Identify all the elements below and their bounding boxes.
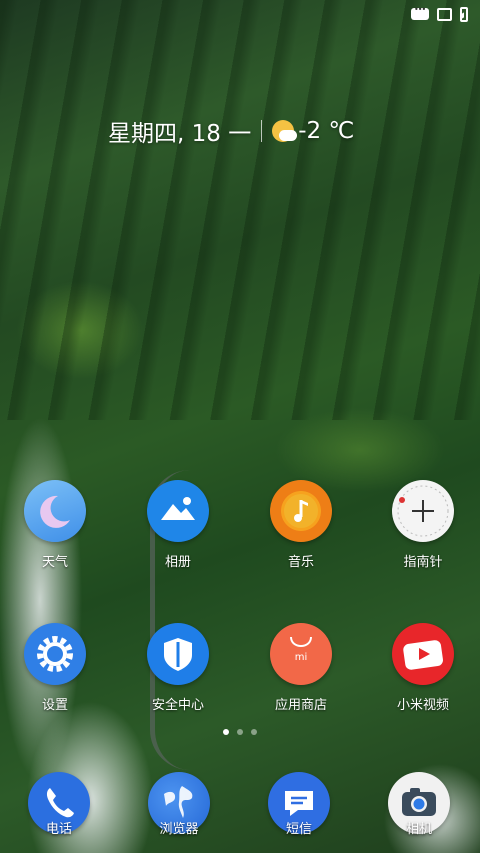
app-store[interactable]: mi 应用商店 — [241, 623, 361, 713]
svg-text:mi: mi — [295, 652, 308, 663]
temperature-text: -2 ℃ — [298, 118, 355, 144]
app-store-icon: mi — [270, 623, 332, 685]
date-weather-widget[interactable]: 星期四, 18 一 -2 ℃ — [108, 114, 354, 148]
date-text: 星期四, 18 一 — [108, 121, 252, 147]
app-music[interactable]: 音乐 — [241, 480, 361, 570]
app-weather[interactable]: 天气 — [0, 480, 115, 570]
music-icon — [270, 480, 332, 542]
app-video[interactable]: 小米视频 — [363, 623, 480, 713]
app-security[interactable]: 安全中心 — [118, 623, 238, 713]
dock-phone[interactable]: 电话 — [0, 772, 119, 837]
battery-charging-icon — [460, 6, 468, 22]
compass-icon — [392, 480, 454, 542]
app-label: 安全中心 — [151, 698, 204, 713]
app-label: 指南针 — [403, 555, 443, 570]
dock-browser[interactable]: 浏览器 — [119, 772, 239, 837]
settings-gear-icon — [24, 623, 86, 685]
dock-messages[interactable]: 短信 — [239, 772, 359, 837]
dock-label: 电话 — [45, 822, 72, 837]
dock-label: 浏览器 — [159, 822, 199, 837]
page-dot[interactable] — [251, 729, 257, 735]
app-label: 相册 — [164, 555, 191, 570]
security-shield-icon — [147, 623, 209, 685]
page-dot[interactable] — [237, 729, 243, 735]
app-gallery[interactable]: 相册 — [118, 480, 238, 570]
app-label: 天气 — [41, 555, 68, 570]
app-label: 小米视频 — [396, 698, 449, 713]
page-indicator[interactable] — [0, 729, 480, 735]
dock-label: 短信 — [285, 822, 312, 837]
app-label: 设置 — [41, 698, 68, 713]
message-icon — [411, 5, 429, 20]
sim-icon — [437, 7, 452, 21]
wallpaper-ridges — [0, 0, 480, 420]
video-play-icon — [392, 623, 454, 685]
dock-label: 相机 — [405, 822, 432, 837]
app-label: 应用商店 — [274, 698, 327, 713]
widget-divider — [261, 120, 263, 142]
gallery-icon — [147, 480, 209, 542]
partly-sunny-icon — [272, 120, 298, 142]
page-dot[interactable] — [223, 729, 229, 735]
dock-camera[interactable]: 相机 — [359, 772, 479, 837]
app-compass[interactable]: 指南针 — [363, 480, 480, 570]
status-bar — [411, 0, 480, 28]
weather-moon-icon — [24, 480, 86, 542]
app-label: 音乐 — [287, 555, 314, 570]
app-settings[interactable]: 设置 — [0, 623, 115, 713]
